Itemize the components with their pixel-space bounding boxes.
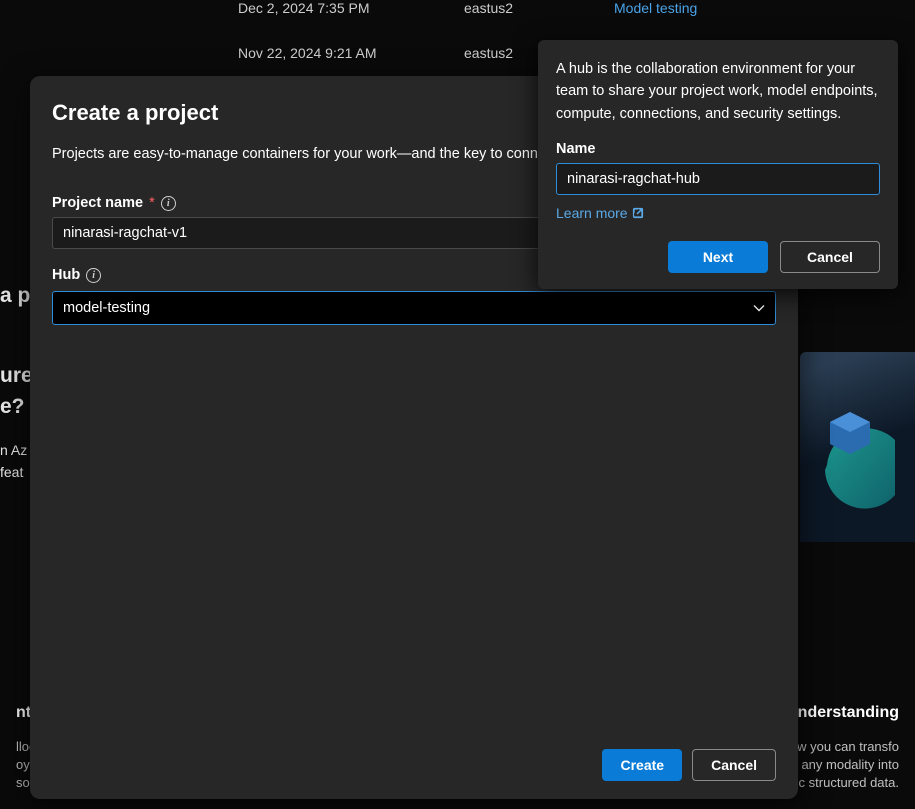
- cancel-button[interactable]: Cancel: [692, 749, 776, 781]
- row-region: eastus2: [464, 0, 564, 16]
- hub-description: A hub is the collaboration environment f…: [556, 58, 880, 125]
- info-icon[interactable]: i: [161, 196, 176, 211]
- chevron-down-icon: [753, 302, 765, 314]
- hub-label: Hub: [52, 267, 80, 283]
- row-date: Dec 2, 2024 7:35 PM: [238, 0, 414, 16]
- project-name-label: Project name: [52, 195, 143, 211]
- hub-panel-footer: Next Cancel: [556, 241, 880, 273]
- hub-name-label: Name: [556, 141, 880, 157]
- create-hub-panel: A hub is the collaboration environment f…: [538, 40, 898, 289]
- row-link[interactable]: Model testing: [614, 0, 697, 16]
- list-row: Nov 22, 2024 9:21 AM eastus2: [0, 45, 564, 61]
- cancel-button[interactable]: Cancel: [780, 241, 880, 273]
- next-button[interactable]: Next: [668, 241, 768, 273]
- hub-label-row: Hub i: [52, 267, 101, 283]
- create-button[interactable]: Create: [602, 749, 682, 781]
- hub-name-input[interactable]: [556, 163, 880, 195]
- external-link-icon: [632, 207, 644, 219]
- azure-logo-icon: [815, 410, 910, 530]
- info-icon[interactable]: i: [86, 268, 101, 283]
- learn-more-label: Learn more: [556, 205, 628, 221]
- bg-left-text-fragment: a p ure e? n Az feat: [0, 280, 32, 483]
- list-row: Dec 2, 2024 7:35 PM eastus2 Model testin…: [0, 0, 697, 16]
- hub-select[interactable]: model-testing: [52, 291, 776, 325]
- learn-more-link[interactable]: Learn more: [556, 205, 644, 221]
- row-date: Nov 22, 2024 9:21 AM: [238, 45, 414, 61]
- hub-selected-value: model-testing: [63, 300, 150, 316]
- modal-footer: Create Cancel: [30, 735, 798, 799]
- required-asterisk: *: [149, 195, 155, 211]
